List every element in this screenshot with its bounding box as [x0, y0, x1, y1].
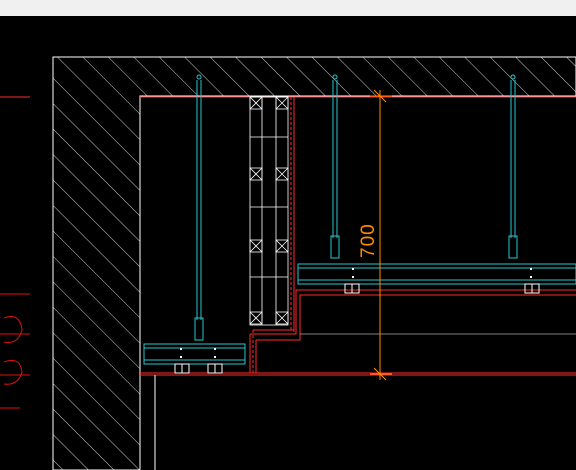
window-top-bar — [0, 0, 576, 16]
dimension-label: 700 — [358, 223, 379, 258]
timber-frame — [249, 96, 289, 326]
ceiling-section-drawing: 700 — [0, 56, 576, 470]
low-ceiling-lines — [140, 372, 576, 470]
cad-canvas[interactable]: 700 — [0, 16, 576, 470]
hanger-rods — [194, 74, 518, 341]
ceiling-step — [249, 289, 576, 373]
main-channel-high — [297, 263, 576, 294]
left-red-marks — [0, 293, 30, 409]
main-channel-low — [143, 343, 246, 374]
